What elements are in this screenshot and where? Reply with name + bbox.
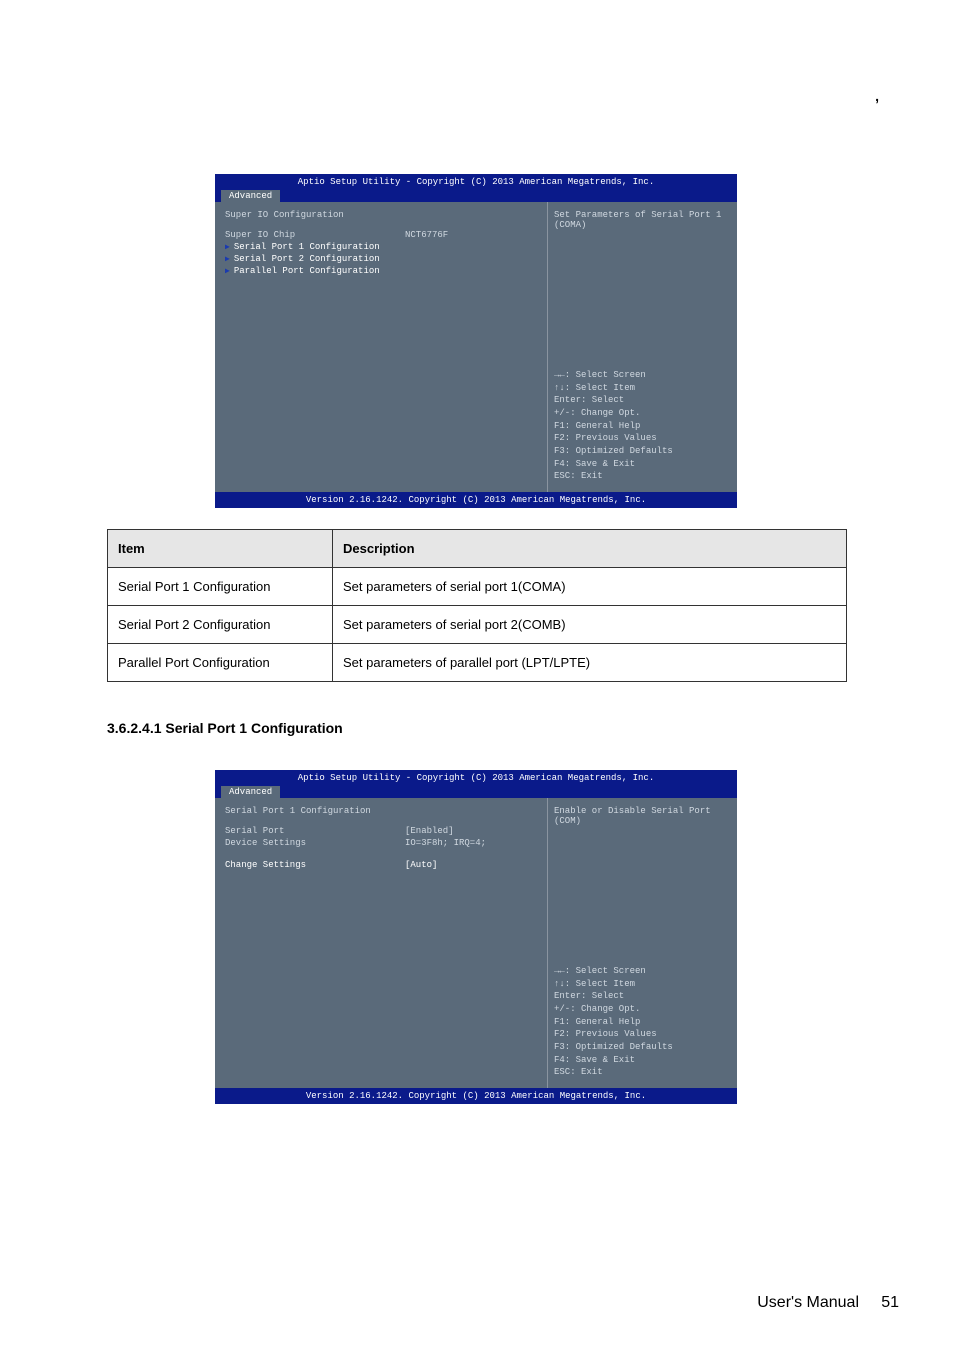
stray-comma: ,	[875, 88, 879, 104]
tab-advanced[interactable]: Advanced	[221, 786, 280, 798]
table-cell-desc: Set parameters of serial port 2(COMB)	[333, 606, 847, 644]
table-header-item: Item	[108, 530, 333, 568]
bios-window-super-io: Aptio Setup Utility - Copyright (C) 2013…	[215, 174, 737, 508]
table-cell-desc: Set parameters of serial port 1(COMA)	[333, 568, 847, 606]
bios-tabs: Advanced	[215, 190, 737, 202]
table-header-desc: Description	[333, 530, 847, 568]
help-key: F2: Previous Values	[554, 1029, 731, 1041]
submenu-parallel-port[interactable]: ▶ Parallel Port Configuration	[225, 266, 537, 276]
help-key: F1: General Help	[554, 421, 731, 433]
description-table: Item Description Serial Port 1 Configura…	[107, 529, 847, 682]
section-title: Super IO Configuration	[225, 210, 537, 220]
submenu-arrow-icon: ▶	[225, 266, 230, 276]
bios-footer: Version 2.16.1242. Copyright (C) 2013 Am…	[215, 1088, 737, 1104]
help-key: F3: Optimized Defaults	[554, 1042, 731, 1054]
serial-port-label: Serial Port	[225, 826, 405, 836]
submenu-serial-port-2[interactable]: ▶ Serial Port 2 Configuration	[225, 254, 537, 264]
table-row: Parallel Port Configuration Set paramete…	[108, 644, 847, 682]
help-key: F4: Save & Exit	[554, 1055, 731, 1067]
submenu-label: Serial Port 1 Configuration	[234, 242, 380, 252]
serial-port-row[interactable]: Serial Port [Enabled]	[225, 826, 537, 836]
bios-body: Serial Port 1 Configuration Serial Port …	[215, 798, 737, 1088]
table-row: Serial Port 1 Configuration Set paramete…	[108, 568, 847, 606]
page-number: 51	[881, 1294, 899, 1312]
change-settings-value: [Auto]	[405, 860, 437, 870]
help-key: ESC: Exit	[554, 471, 731, 483]
help-keys: →←: Select Screen ↑↓: Select Item Enter:…	[554, 966, 731, 1080]
bios-footer: Version 2.16.1242. Copyright (C) 2013 Am…	[215, 492, 737, 508]
serial-port-value: [Enabled]	[405, 826, 454, 836]
help-key: ↑↓: Select Item	[554, 383, 731, 395]
help-key: Enter: Select	[554, 991, 731, 1003]
bios-header: Aptio Setup Utility - Copyright (C) 2013…	[215, 174, 737, 190]
help-key: +/-: Change Opt.	[554, 408, 731, 420]
submenu-arrow-icon: ▶	[225, 242, 230, 252]
bios-tabs: Advanced	[215, 786, 737, 798]
device-settings-row: Device Settings IO=3F8h; IRQ=4;	[225, 838, 537, 848]
help-key: ↑↓: Select Item	[554, 979, 731, 991]
page-footer-text: User's Manual	[757, 1294, 859, 1312]
table-cell-item: Serial Port 2 Configuration	[108, 606, 333, 644]
help-description: Enable or Disable Serial Port (COM)	[554, 806, 731, 826]
bios-main-panel: Super IO Configuration Super IO Chip NCT…	[215, 202, 547, 492]
submenu-serial-port-1[interactable]: ▶ Serial Port 1 Configuration	[225, 242, 537, 252]
submenu-arrow-icon: ▶	[225, 254, 230, 264]
help-key: →←: Select Screen	[554, 966, 731, 978]
chip-label: Super IO Chip	[225, 230, 405, 240]
bios-window-serial-port-1: Aptio Setup Utility - Copyright (C) 2013…	[215, 770, 737, 1104]
submenu-label: Serial Port 2 Configuration	[234, 254, 380, 264]
help-keys: →←: Select Screen ↑↓: Select Item Enter:…	[554, 370, 731, 484]
help-key: F3: Optimized Defaults	[554, 446, 731, 458]
change-settings-row[interactable]: Change Settings [Auto]	[225, 860, 537, 870]
help-description: Set Parameters of Serial Port 1 (COMA)	[554, 210, 731, 230]
table-row: Serial Port 2 Configuration Set paramete…	[108, 606, 847, 644]
help-key: F1: General Help	[554, 1017, 731, 1029]
device-settings-label: Device Settings	[225, 838, 405, 848]
super-io-chip-row: Super IO Chip NCT6776F	[225, 230, 537, 240]
device-settings-value: IO=3F8h; IRQ=4;	[405, 838, 486, 848]
table-cell-desc: Set parameters of parallel port (LPT/LPT…	[333, 644, 847, 682]
help-key: +/-: Change Opt.	[554, 1004, 731, 1016]
bios-help-sidebar: Enable or Disable Serial Port (COM) →←: …	[547, 798, 737, 1088]
table-header-row: Item Description	[108, 530, 847, 568]
subsection-title: 3.6.2.4.1 Serial Port 1 Configuration	[107, 720, 343, 736]
change-settings-label: Change Settings	[225, 860, 405, 870]
section-title: Serial Port 1 Configuration	[225, 806, 537, 816]
help-key: ESC: Exit	[554, 1067, 731, 1079]
help-key: Enter: Select	[554, 395, 731, 407]
tab-advanced[interactable]: Advanced	[221, 190, 280, 202]
help-key: F4: Save & Exit	[554, 459, 731, 471]
bios-main-panel: Serial Port 1 Configuration Serial Port …	[215, 798, 547, 1088]
help-key: F2: Previous Values	[554, 433, 731, 445]
help-key: →←: Select Screen	[554, 370, 731, 382]
submenu-label: Parallel Port Configuration	[234, 266, 380, 276]
table-cell-item: Parallel Port Configuration	[108, 644, 333, 682]
table-cell-item: Serial Port 1 Configuration	[108, 568, 333, 606]
chip-value: NCT6776F	[405, 230, 448, 240]
bios-body: Super IO Configuration Super IO Chip NCT…	[215, 202, 737, 492]
bios-help-sidebar: Set Parameters of Serial Port 1 (COMA) →…	[547, 202, 737, 492]
bios-header: Aptio Setup Utility - Copyright (C) 2013…	[215, 770, 737, 786]
